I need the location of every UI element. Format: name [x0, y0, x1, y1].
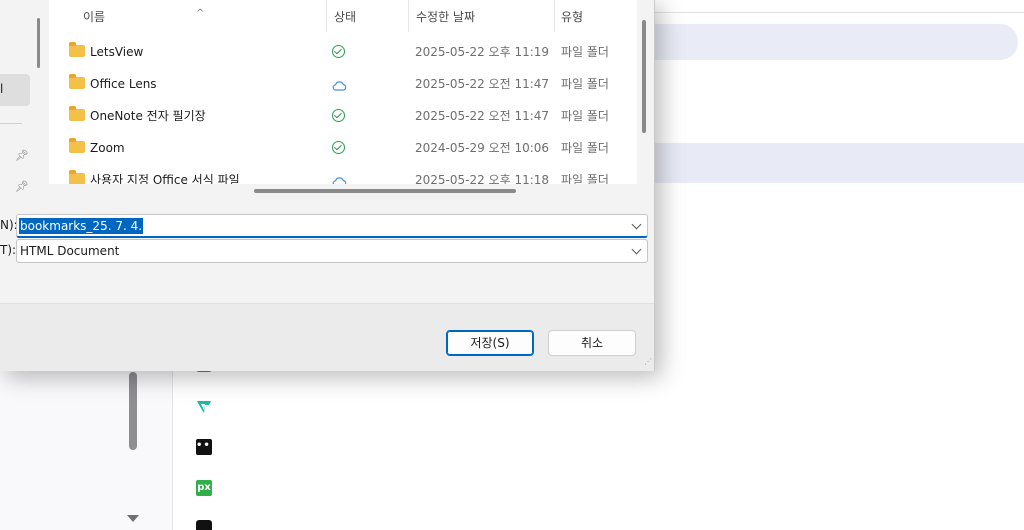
background-selected-row[interactable] [654, 143, 1024, 183]
cancel-button[interactable]: 취소 [548, 330, 636, 356]
horizontal-scrollbar[interactable] [254, 189, 516, 193]
folder-icon [69, 106, 85, 121]
check-circle-icon [332, 109, 345, 122]
file-row[interactable]: LetsView 2025-05-22 오후 11:19 파일 폴더 [49, 36, 637, 68]
chevron-down-icon[interactable] [631, 244, 642, 255]
background-scrollbar[interactable] [129, 372, 137, 450]
nav-scrollbar[interactable] [37, 18, 40, 68]
filetype-select[interactable]: HTML Document [16, 239, 648, 263]
file-name: Zoom [90, 141, 125, 155]
file-row[interactable]: OneNote 전자 필기장 2025-05-22 오전 11:47 파일 폴더 [49, 100, 637, 132]
check-circle-icon [332, 45, 345, 58]
file-date: 2025-05-22 오전 11:47 [415, 109, 550, 123]
file-date: 2025-05-22 오전 11:47 [415, 77, 550, 91]
pin-icon[interactable]: 📌︎ [15, 149, 29, 162]
file-type: 파일 폴더 [561, 45, 609, 59]
nav-item-selected[interactable]: l [0, 74, 30, 106]
folder-icon [69, 74, 85, 89]
nav-item-label: l [0, 82, 4, 96]
bookmark-favicon-icon[interactable]: px [196, 480, 212, 496]
bookmark-favicon-icon[interactable]: ••• [196, 439, 217, 455]
background-search-bar[interactable] [640, 24, 1018, 60]
file-type: 파일 폴더 [561, 77, 609, 91]
file-date: 2025-05-22 오후 11:19 [415, 45, 550, 59]
file-list: ^ 이름 상태 수정한 날짜 유형 LetsView 2025-05-22 오후… [49, 0, 637, 200]
file-date: 2024-05-29 오전 10:06 [415, 141, 550, 155]
file-row[interactable]: Office Lens 2025-05-22 오전 11:47 파일 폴더 [49, 68, 637, 100]
filetype-label: T): [0, 243, 17, 257]
file-type: 파일 폴더 [561, 141, 609, 155]
column-header-date[interactable]: 수정한 날짜 [409, 0, 555, 32]
background-scroll-down-icon[interactable] [127, 515, 139, 522]
background-header-line [654, 12, 1024, 13]
bookmark-favicon-icon[interactable] [196, 520, 212, 530]
column-header-type[interactable]: 유형 [555, 0, 637, 32]
file-row[interactable]: Zoom 2024-05-29 오전 10:06 파일 폴더 [49, 132, 637, 164]
pin-icon[interactable]: 📌︎ [15, 180, 29, 193]
sort-up-icon: ^ [196, 8, 205, 19]
folder-icon [69, 42, 85, 57]
bookmark-favicon-icon[interactable] [196, 399, 212, 415]
filename-value: bookmarks_25. 7. 4. [19, 218, 144, 234]
filename-input[interactable]: bookmarks_25. 7. 4. [16, 214, 648, 238]
nav-separator [0, 123, 22, 124]
chevron-down-icon[interactable] [631, 219, 642, 230]
filetype-value: HTML Document [20, 244, 120, 258]
folder-icon [69, 138, 85, 153]
navigation-pane: l 📌︎ 📌︎ [0, 0, 48, 200]
file-name: OneNote 전자 필기장 [90, 109, 206, 123]
resize-grip-icon[interactable]: ⋰ [644, 358, 652, 366]
vertical-scrollbar[interactable] [642, 20, 646, 133]
column-header-status[interactable]: 상태 [327, 0, 409, 32]
file-name: Office Lens [90, 77, 157, 91]
save-as-dialog: l 📌︎ 📌︎ ^ 이름 상태 수정한 날짜 유형 LetsView 2025-… [0, 0, 655, 371]
file-type: 파일 폴더 [561, 109, 609, 123]
save-button[interactable]: 저장(S) [446, 330, 534, 356]
cloud-icon [332, 81, 347, 91]
file-name: LetsView [90, 45, 144, 59]
check-circle-icon [332, 141, 345, 154]
column-header-name[interactable]: ^ 이름 [49, 0, 327, 32]
